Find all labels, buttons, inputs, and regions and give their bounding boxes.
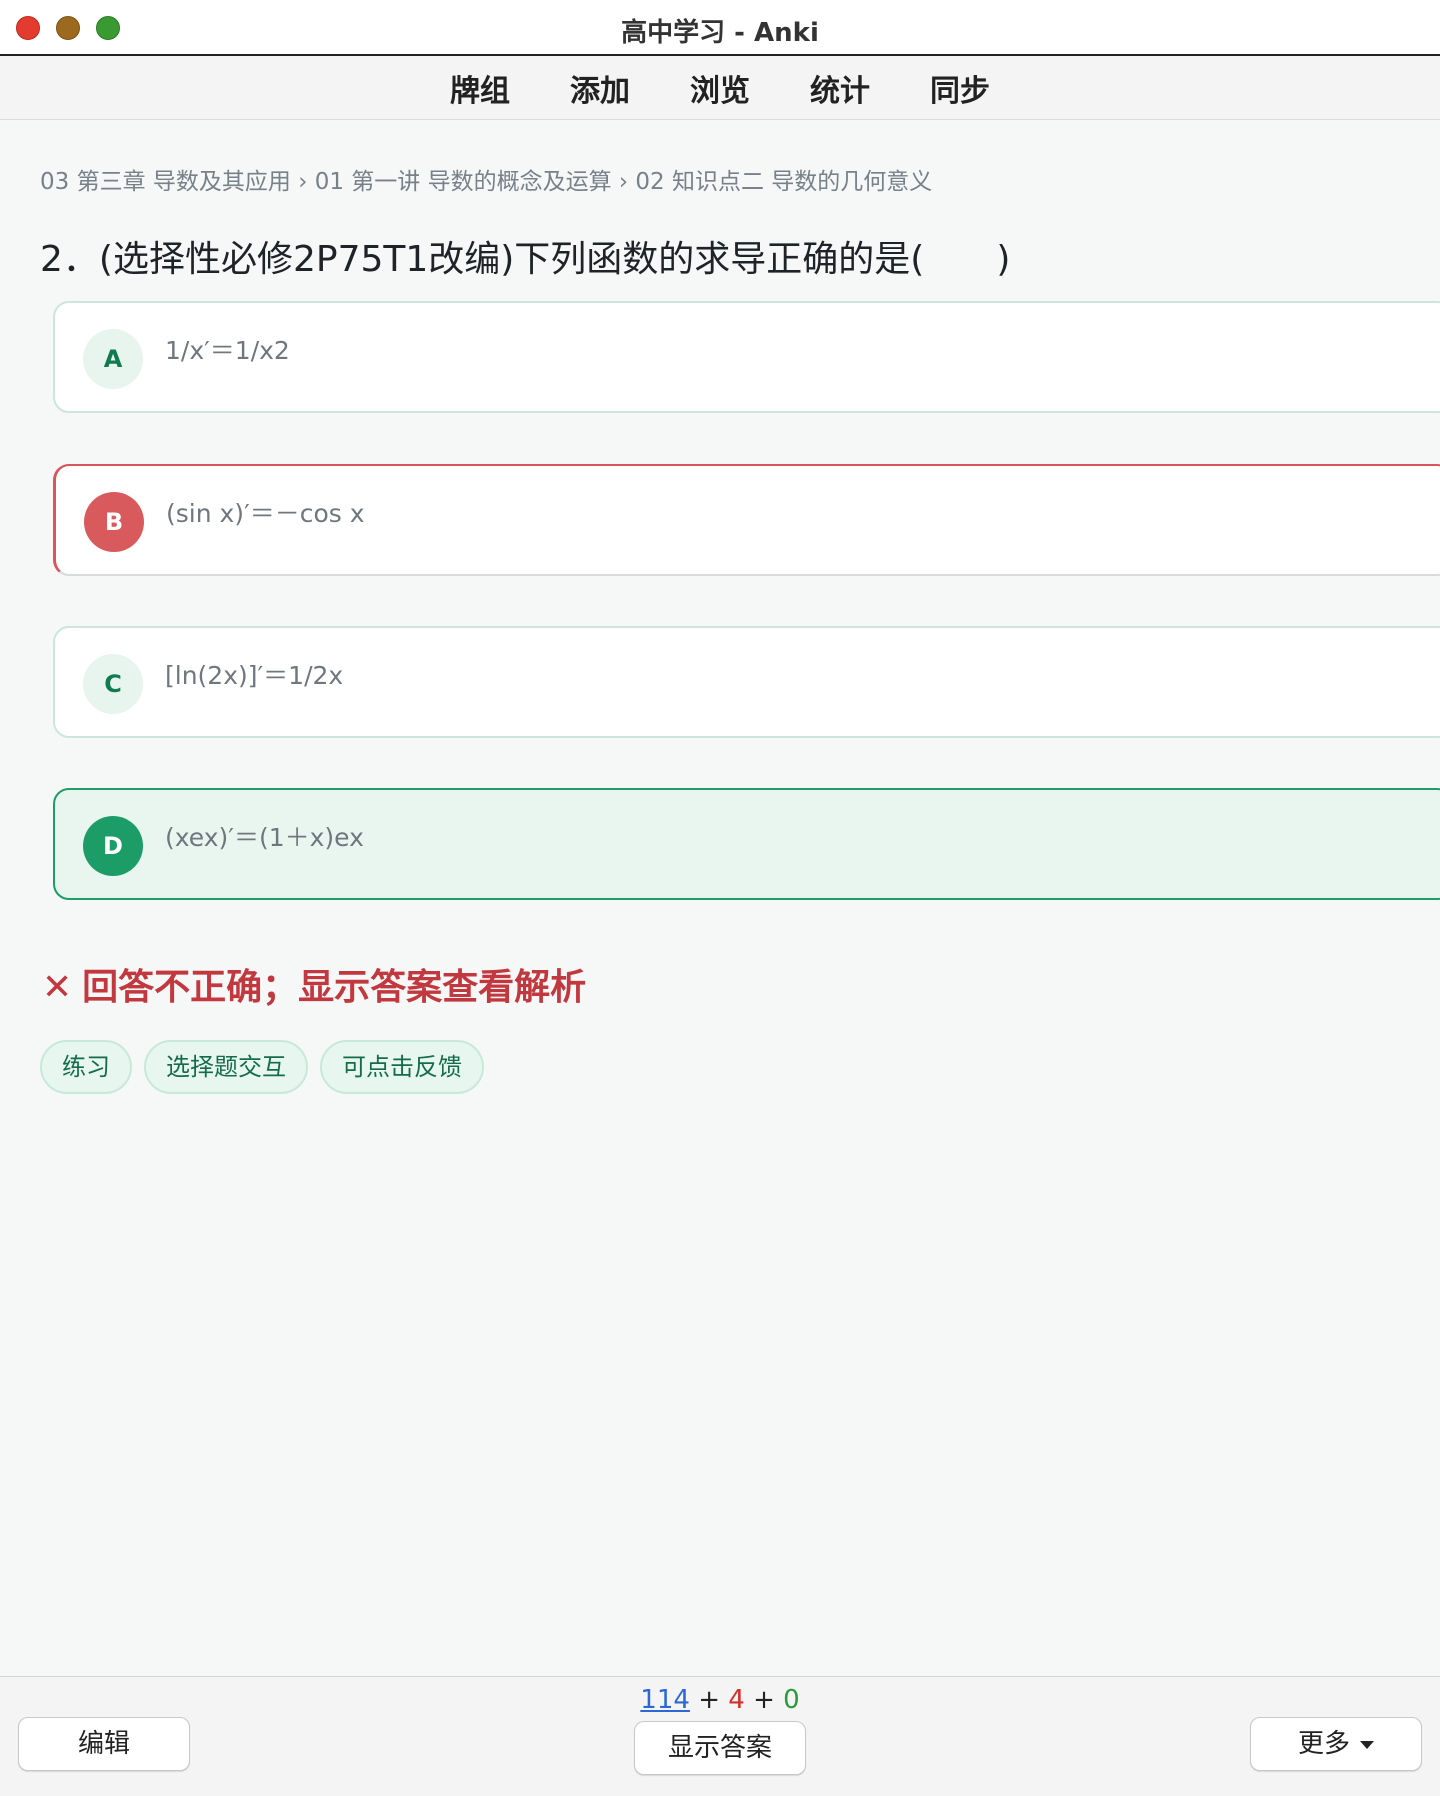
tag-chip[interactable]: 练习 [40, 1040, 132, 1094]
bottom-bar: 编辑 114 + 4 + 0 显示答案 更多 [0, 1676, 1440, 1796]
review-count: 0 [783, 1685, 800, 1715]
more-label: 更多 [1297, 1729, 1350, 1759]
menu-add[interactable]: 添加 [568, 62, 632, 114]
tag-chip[interactable]: 选择题交互 [144, 1040, 308, 1094]
tag-list: 练习 选择题交互 可点击反馈 [40, 1040, 496, 1094]
title-bar: 高中学习 - Anki [0, 0, 1440, 56]
cross-icon: ✕ [42, 967, 73, 1008]
answer-feedback: ✕ 回答不正确；显示答案查看解析 [42, 958, 586, 1010]
anki-window: 高中学习 - Anki 牌组 添加 浏览 统计 同步 03 第三章 导数及其应用… [0, 0, 1440, 1796]
more-button[interactable]: 更多 [1250, 1717, 1422, 1771]
chevron-down-icon [1360, 1740, 1374, 1749]
tag-chip[interactable]: 可点击反馈 [320, 1040, 484, 1094]
count-separator: + [698, 1685, 720, 1715]
option-d-text: (xex)′＝(1＋x)ex [165, 823, 364, 852]
count-separator: + [753, 1685, 775, 1715]
show-answer-button[interactable]: 显示答案 [634, 1721, 806, 1775]
new-count[interactable]: 114 [640, 1685, 690, 1715]
menu-browse[interactable]: 浏览 [688, 62, 752, 114]
top-menu: 牌组 添加 浏览 统计 同步 [0, 56, 1440, 120]
breadcrumb: 03 第三章 导数及其应用 › 01 第一讲 导数的概念及运算 › 02 知识点… [40, 169, 933, 195]
option-a-text: 1/x′＝1/x2 [165, 336, 290, 365]
learning-count: 4 [728, 1685, 745, 1715]
menu-stats[interactable]: 统计 [808, 62, 872, 114]
option-d-badge: D [83, 816, 143, 876]
option-d[interactable]: D (xex)′＝(1＋x)ex [53, 788, 1440, 900]
menu-decks[interactable]: 牌组 [448, 62, 512, 114]
option-a-badge: A [83, 329, 143, 389]
menu-sync[interactable]: 同步 [928, 62, 992, 114]
feedback-text: 回答不正确；显示答案查看解析 [82, 967, 587, 1008]
option-a[interactable]: A 1/x′＝1/x2 [53, 301, 1440, 413]
question-text: 2．(选择性必修2P75T1改编)下列函数的求导正确的是( ) [40, 239, 1011, 280]
option-b-badge: B [84, 492, 144, 552]
option-b[interactable]: B (sin x)′＝－cos x [53, 464, 1440, 576]
option-b-text: (sin x)′＝－cos x [166, 499, 365, 528]
option-c-text: [ln(2x)]′＝1/2x [165, 661, 344, 690]
option-c-badge: C [83, 654, 143, 714]
option-c[interactable]: C [ln(2x)]′＝1/2x [53, 626, 1440, 738]
card-counts: 114 + 4 + 0 [0, 1685, 1440, 1715]
edit-button[interactable]: 编辑 [18, 1717, 190, 1771]
window-title: 高中学习 - Anki [621, 18, 819, 48]
card-content: 03 第三章 导数及其应用 › 01 第一讲 导数的概念及运算 › 02 知识点… [0, 120, 1440, 1676]
